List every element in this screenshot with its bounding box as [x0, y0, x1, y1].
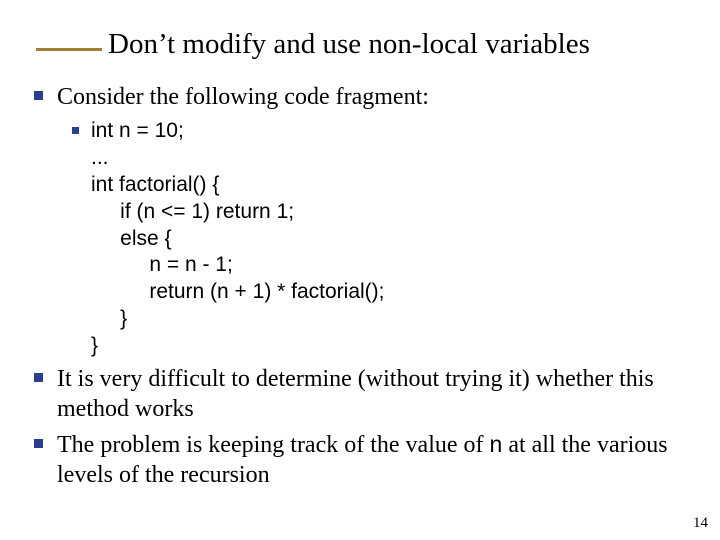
inline-code-n: n	[490, 431, 503, 457]
bullet-square-icon	[72, 127, 79, 134]
page-number: 14	[693, 515, 708, 532]
bullet-square-icon	[34, 91, 43, 100]
bullet-text: It is very difficult to determine (witho…	[57, 364, 700, 424]
bullet-text-part: The problem is keeping track of the valu…	[57, 432, 490, 458]
slide-body: Consider the following code fragment: in…	[34, 82, 700, 496]
bullet-square-icon	[34, 373, 43, 382]
bullet-level1: It is very difficult to determine (witho…	[34, 364, 700, 424]
bullet-text: Consider the following code fragment:	[57, 82, 429, 112]
bullet-level1: Consider the following code fragment:	[34, 82, 700, 112]
slide-title: Don’t modify and use non-local variables	[108, 28, 590, 61]
slide: Don’t modify and use non-local variables…	[0, 0, 720, 540]
bullet-text: The problem is keeping track of the valu…	[57, 430, 700, 490]
bullet-level1: The problem is keeping track of the valu…	[34, 430, 700, 490]
title-underline	[36, 48, 102, 51]
code-block: int n = 10; ... int factorial() { if (n …	[91, 118, 385, 360]
bullet-square-icon	[34, 439, 43, 448]
bullet-level2: int n = 10; ... int factorial() { if (n …	[72, 118, 700, 360]
